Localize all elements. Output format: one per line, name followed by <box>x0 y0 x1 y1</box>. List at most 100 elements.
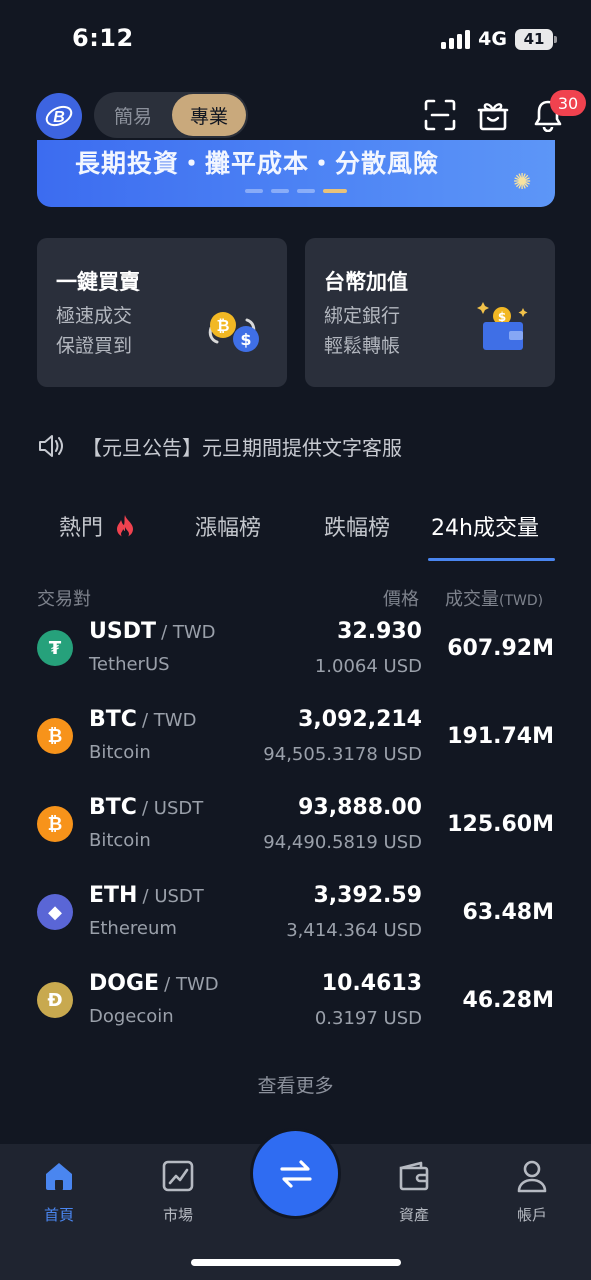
price-value: 93,888.00 <box>298 795 422 820</box>
nav-assets[interactable]: 資產 <box>369 1158 459 1225</box>
status-indicators: 4G 41 <box>441 28 557 50</box>
column-header-pair: 交易對 <box>37 589 91 610</box>
coin-name: Dogecoin <box>89 1006 174 1027</box>
mode-simple-button[interactable]: 簡易 <box>94 92 172 138</box>
nav-account[interactable]: 帳戶 <box>487 1158 577 1225</box>
pair-quote: / TWD <box>161 622 216 643</box>
wallet-coin-icon: $ <box>477 302 528 350</box>
speaker-icon <box>39 435 63 457</box>
volume-value: 46.28M <box>462 988 554 1013</box>
market-row[interactable]: ◆ ETH / USDT Ethereum 3,392.59 3,414.364 USD… <box>0 878 591 966</box>
quick-trade-card[interactable]: 一鍵買賣 極速成交 保證買到 ₿ $ <box>37 238 287 387</box>
chart-icon <box>162 1160 194 1192</box>
pair-base: DOGE <box>89 971 160 996</box>
mode-toggle[interactable]: 簡易 專業 <box>94 92 248 138</box>
nav-label: 資產 <box>398 1206 429 1224</box>
coin-glyph: Ð <box>47 989 63 1011</box>
pair-base: ETH <box>89 883 138 908</box>
battery-level: 41 <box>523 30 545 48</box>
home-icon <box>46 1163 72 1190</box>
nav-market[interactable]: 市場 <box>133 1158 223 1225</box>
market-row[interactable]: ₿ BTC / TWD Bitcoin 3,092,214 94,505.3178 US… <box>0 702 591 790</box>
active-tab-indicator <box>428 558 555 561</box>
card-title: 台幣加值 <box>324 270 408 294</box>
fire-icon <box>117 515 134 538</box>
user-icon <box>517 1160 547 1193</box>
volume-value: 191.74M <box>447 724 554 749</box>
sparkle-icon: ✺ <box>513 170 532 195</box>
gift-icon[interactable] <box>476 98 510 132</box>
view-more-link[interactable]: 查看更多 <box>0 1071 591 1098</box>
tab-losers[interactable]: 跌幅榜 <box>324 510 390 542</box>
nav-home[interactable]: 首頁 <box>14 1158 104 1225</box>
volume-value: 125.60M <box>447 812 554 837</box>
market-row[interactable]: ₿ BTC / USDT Bitcoin 93,888.00 94,490.5819 U… <box>0 790 591 878</box>
trade-swap-button[interactable] <box>253 1131 338 1216</box>
pair-base: BTC <box>89 707 137 732</box>
nav-label: 帳戶 <box>516 1206 547 1224</box>
app-logo[interactable]: B <box>36 93 82 139</box>
usd-value: 0.3197 USD <box>314 1008 422 1029</box>
column-header-volume: 成交量(TWD) <box>445 585 543 611</box>
volume-value: 63.48M <box>462 900 554 925</box>
wallet-icon <box>399 1161 429 1191</box>
card-subtitle: 綁定銀行 <box>324 305 401 327</box>
tab-label: 熱門 <box>59 516 104 541</box>
home-indicator <box>191 1259 401 1266</box>
announcement-text[interactable]: 【元旦公告】元旦期間提供文字客服 <box>82 432 402 461</box>
notification-badge: 30 <box>550 90 586 116</box>
market-row[interactable]: ₮ USDT / TWD TetherUS 32.930 1.0064 USD 607.9… <box>0 614 591 702</box>
svg-text:$: $ <box>240 330 251 349</box>
pair-quote: / USDT <box>142 798 204 819</box>
bitcoin-icon: ₿ <box>37 718 73 754</box>
card-subtitle: 輕鬆轉帳 <box>324 335 401 357</box>
card-title: 一鍵買賣 <box>56 270 140 294</box>
pair-quote: / USDT <box>142 886 204 907</box>
card-subtitle: 保證買到 <box>56 335 133 357</box>
tether-icon: ₮ <box>37 630 73 666</box>
dogecoin-icon: Ð <box>37 982 73 1018</box>
coin-glyph: ₮ <box>48 637 62 659</box>
svg-text:$: $ <box>498 310 506 324</box>
banner-text: 長期投資・攤平成本・分散風險 <box>75 149 440 178</box>
market-row[interactable]: Ð DOGE / TWD Dogecoin 10.4613 0.3197 USD 46.2… <box>0 966 591 1054</box>
banner-pagination <box>245 189 347 193</box>
coin-glyph: ◆ <box>48 901 62 923</box>
coin-glyph: ₿ <box>47 813 63 835</box>
svg-text:B: B <box>53 109 65 126</box>
svg-text:₿: ₿ <box>216 316 229 335</box>
trading-pair: DOGE / TWD <box>89 971 219 996</box>
tab-gainers[interactable]: 漲幅榜 <box>195 510 261 542</box>
usd-value: 1.0064 USD <box>314 656 422 677</box>
usd-value: 94,505.3178 USD <box>263 744 422 765</box>
tab-hot[interactable]: 熱門 <box>59 510 136 542</box>
bitcoin-icon: ₿ <box>37 806 73 842</box>
coin-exchange-icon: ₿ $ <box>208 312 259 352</box>
trading-pair: ETH / USDT <box>89 883 204 908</box>
pair-quote: / TWD <box>142 710 197 731</box>
usd-value: 94,490.5819 USD <box>263 832 422 853</box>
price-value: 3,092,214 <box>298 707 422 732</box>
nav-label: 市場 <box>162 1206 193 1224</box>
column-header-volume-unit: (TWD) <box>499 593 544 609</box>
mode-pro-button[interactable]: 專業 <box>172 94 246 136</box>
coin-name: TetherUS <box>89 654 170 675</box>
coin-name: Bitcoin <box>89 830 151 851</box>
pair-base: USDT <box>89 619 156 644</box>
pair-quote: / TWD <box>164 974 219 995</box>
coin-name: Ethereum <box>89 918 177 939</box>
card-subtitle: 極速成交 <box>56 305 133 327</box>
promo-banner[interactable]: 長期投資・攤平成本・分散風險 ✺ <box>37 140 555 207</box>
tab-volume[interactable]: 24h成交量 <box>431 510 539 542</box>
trading-pair: BTC / USDT <box>89 795 203 820</box>
coin-name: Bitcoin <box>89 742 151 763</box>
status-time: 6:12 <box>72 24 134 52</box>
ethereum-icon: ◆ <box>37 894 73 930</box>
price-value: 3,392.59 <box>313 883 422 908</box>
twd-deposit-card[interactable]: 台幣加值 綁定銀行 輕鬆轉帳 $ <box>305 238 555 387</box>
scan-icon[interactable] <box>423 98 457 132</box>
price-value: 10.4613 <box>321 971 422 996</box>
signal-icon <box>441 29 471 49</box>
column-header-volume-label: 成交量 <box>445 589 499 610</box>
price-value: 32.930 <box>337 619 422 644</box>
